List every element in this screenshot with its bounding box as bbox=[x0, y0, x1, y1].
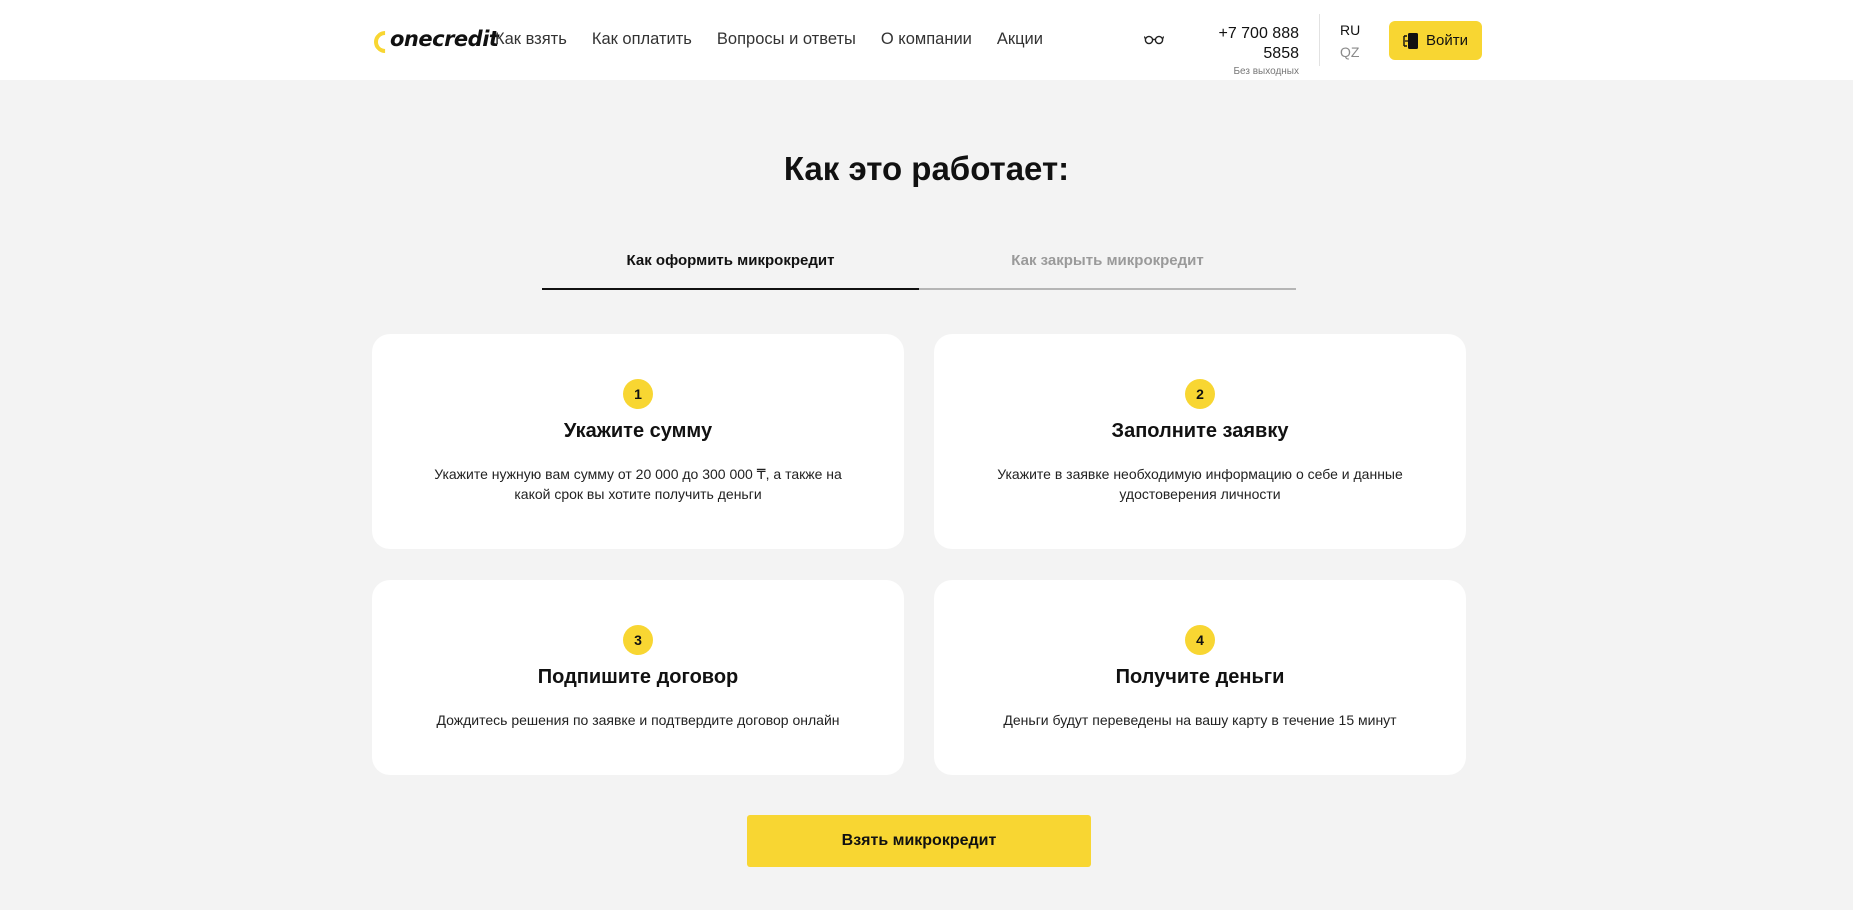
step-title: Подпишите договор bbox=[537, 666, 739, 688]
step-card-4: 4 Получите деньги Деньги будут переведен… bbox=[934, 580, 1466, 775]
step-description: Деньги будут переведены на вашу карту в … bbox=[1003, 712, 1397, 728]
nav-link-faq[interactable]: Вопросы и ответы bbox=[717, 30, 856, 49]
step-title: Заполните заявку bbox=[1111, 420, 1289, 442]
step-number-badge: 4 bbox=[1185, 625, 1215, 655]
step-description: Дождитесь решения по заявке и подтвердит… bbox=[436, 712, 840, 728]
nav-link-promotions[interactable]: Акции bbox=[997, 30, 1043, 49]
step-card-2: 2 Заполните заявку Укажите в заявке необ… bbox=[934, 334, 1466, 549]
lang-option-qz[interactable]: QZ bbox=[1340, 43, 1360, 61]
language-switcher: RU QZ bbox=[1340, 21, 1360, 61]
nav-link-how-to-get[interactable]: Как взять bbox=[495, 30, 567, 49]
step-card-1: 1 Укажите сумму Укажите нужную вам сумму… bbox=[372, 334, 904, 549]
main-nav: Как взять Как оплатить Вопросы и ответы … bbox=[495, 30, 1068, 49]
step-description: Укажите в заявке необходимую информацию … bbox=[997, 466, 1403, 502]
login-button-label: Войти bbox=[1426, 32, 1468, 49]
step-number-badge: 1 bbox=[623, 379, 653, 409]
logo[interactable]: onecredit bbox=[369, 24, 499, 58]
step-number-badge: 2 bbox=[1185, 379, 1215, 409]
logo-text: onecredit bbox=[390, 27, 499, 51]
steps-tabs: Как оформить микрокредит Как закрыть мик… bbox=[542, 248, 1296, 290]
take-microcredit-button[interactable]: Взять микрокредит bbox=[747, 815, 1091, 867]
phone-note: Без выходных bbox=[1233, 66, 1299, 77]
step-description: Укажите нужную вам сумму от 20 000 до 30… bbox=[434, 466, 842, 502]
tab-how-to-apply[interactable]: Как оформить микрокредит bbox=[542, 248, 919, 290]
step-title: Получите деньги bbox=[1115, 666, 1285, 688]
step-title: Укажите сумму bbox=[563, 420, 713, 442]
tab-how-to-close[interactable]: Как закрыть микрокредит bbox=[919, 248, 1296, 290]
page-title: Как это работает: bbox=[783, 150, 1070, 187]
step-number-badge: 3 bbox=[623, 625, 653, 655]
phone-block: +7 700 888 5858 Без выходных bbox=[1180, 24, 1299, 77]
step-card-3: 3 Подпишите договор Дождитесь решения по… bbox=[372, 580, 904, 775]
glasses-icon[interactable] bbox=[1144, 33, 1164, 45]
lang-option-ru[interactable]: RU bbox=[1340, 21, 1360, 39]
nav-link-about[interactable]: О компании bbox=[881, 30, 972, 49]
login-door-icon bbox=[1403, 32, 1418, 49]
header-divider bbox=[1319, 14, 1320, 66]
nav-link-how-to-pay[interactable]: Как оплатить bbox=[592, 30, 692, 49]
site-header: onecredit Как взять Как оплатить Вопросы… bbox=[0, 0, 1853, 80]
phone-number[interactable]: +7 700 888 5858 bbox=[1180, 24, 1299, 64]
login-button[interactable]: Войти bbox=[1389, 21, 1482, 60]
